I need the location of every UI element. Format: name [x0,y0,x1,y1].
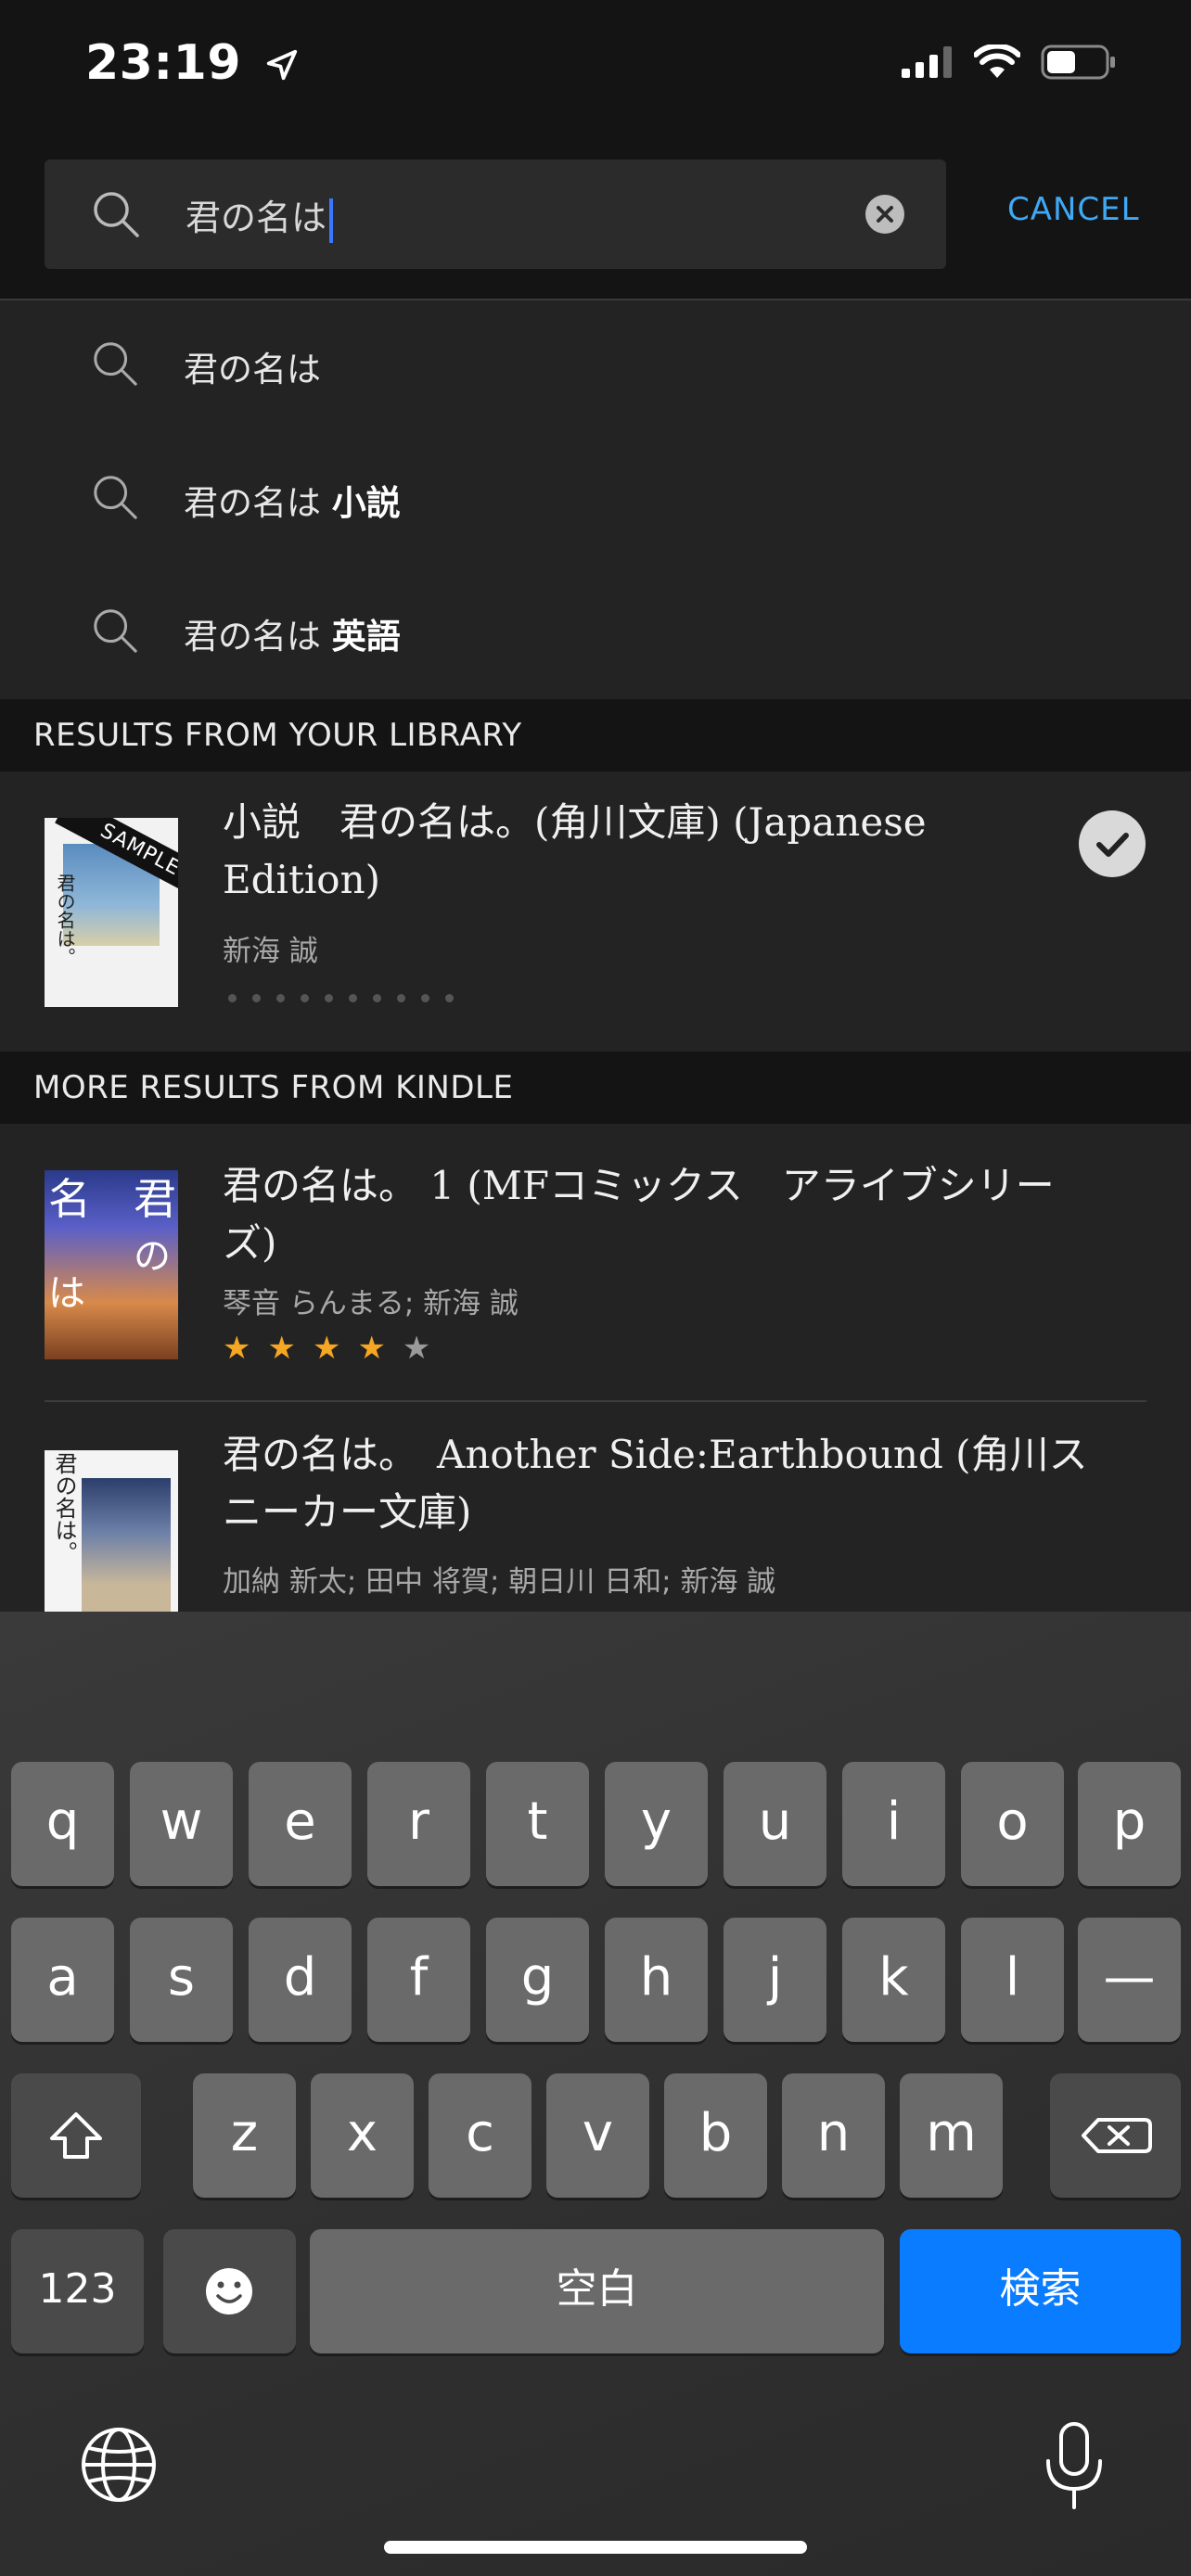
keyboard: q w e r t y u i o p a s d f g h j k l — … [0,1612,1191,2576]
key-n[interactable]: n [782,2073,885,2198]
book-author: 琴音 らんまる; 新海 誠 [223,1287,519,1320]
key-j[interactable]: j [724,1918,826,2042]
suggestion-list: 君の名は 君の名は 小説 君の名は 英語 [0,300,1191,699]
key-f[interactable]: f [367,1918,470,2042]
cancel-button[interactable]: CANCEL [1007,191,1140,228]
cellular-signal-icon [902,46,952,78]
book-author: 新海 誠 [223,935,318,968]
book-cover: 君の名は。 [45,1450,178,1612]
key-g[interactable]: g [486,1918,589,2042]
book-title: 君の名は。 1 (MFコミックス アライブシリー ズ) [223,1163,1055,1266]
key-o[interactable]: o [961,1762,1064,1886]
key-l[interactable]: l [961,1918,1064,2042]
library-result-item[interactable]: 君の名は。 SAMPLE 小説 君の名は。(角川文庫) (Japanese Ed… [0,772,1191,1052]
key-v[interactable]: v [546,2073,649,2198]
key-y[interactable]: y [605,1762,708,1886]
key-m[interactable]: m [900,2073,1003,2198]
key-u[interactable]: u [724,1762,826,1886]
suggestion-item[interactable]: 君の名は [0,300,1191,430]
key-i[interactable]: i [842,1762,945,1886]
search-icon [94,476,137,519]
key-r[interactable]: r [367,1762,470,1886]
key-q[interactable]: q [11,1762,114,1886]
key-t[interactable]: t [486,1762,589,1886]
star-filled-icon: ★★★★ [223,1330,403,1367]
book-title: 小説 君の名は。(角川文庫) (Japanese Edition) [223,799,927,902]
shift-key[interactable] [11,2073,141,2198]
checkmark-icon [1079,810,1146,877]
key-w[interactable]: w [130,1762,233,1886]
search-query-text[interactable]: 君の名は [186,189,334,243]
key-x[interactable]: x [311,2073,414,2198]
suggestion-text: 君の名は [184,350,321,389]
key-k[interactable]: k [842,1918,945,2042]
suggestion-item[interactable]: 君の名は 英語 [0,567,1191,697]
backspace-icon [1082,2118,1152,2153]
key-s[interactable]: s [130,1918,233,2042]
key-p[interactable]: p [1078,1762,1181,1886]
battery-icon [1041,45,1115,80]
emoji-key[interactable] [163,2229,296,2353]
wifi-icon [974,45,1020,78]
text-caret [329,198,334,243]
clear-search-icon[interactable] [865,195,904,234]
key-d[interactable]: d [249,1918,352,2042]
microphone-icon[interactable] [1041,2420,1108,2513]
status-time: 23:19 [85,35,300,91]
key-dash[interactable]: — [1078,1918,1181,2042]
location-arrow-icon [266,49,297,81]
search-key[interactable]: 検索 [900,2229,1181,2353]
emoji-icon [206,2268,252,2315]
home-indicator [384,2541,807,2554]
key-b[interactable]: b [664,2073,767,2198]
shift-icon [50,2112,102,2159]
search-input[interactable]: 君の名は [45,159,946,269]
search-icon [94,342,137,386]
key-c[interactable]: c [429,2073,531,2198]
suggestion-text: 君の名は 英語 [184,617,401,657]
suggestion-item[interactable]: 君の名は 小説 [0,434,1191,564]
status-bar: 23:19 [0,0,1191,139]
kindle-section-header: MORE RESULTS FROM KINDLE [0,1053,1191,1124]
kindle-result-item[interactable]: 君の名は。 君の名は。 Another Side:Earthbound (角川ス… [0,1406,1191,1612]
key-h[interactable]: h [605,1918,708,2042]
kindle-result-item[interactable]: 名 君 の は 君の名は。 1 (MFコミックス アライブシリー ズ) 琴音 ら… [0,1124,1191,1406]
search-icon [94,192,139,237]
key-z[interactable]: z [193,2073,296,2198]
suggestion-text: 君の名は 小説 [184,483,401,523]
search-icon [94,609,137,653]
book-cover: 名 君 の は [45,1170,178,1359]
delete-key[interactable] [1050,2073,1181,2198]
row-divider [45,1400,1146,1402]
library-section-header: RESULTS FROM YOUR LIBRARY [0,701,1191,772]
key-e[interactable]: e [249,1762,352,1886]
star-empty-icon: ★ [402,1330,448,1367]
key-a[interactable]: a [11,1918,114,2042]
book-cover: 君の名は。 SAMPLE [45,818,178,1007]
book-author: 加納 新太; 田中 将賀; 朝日川 日和; 新海 誠 [223,1565,776,1599]
download-progress-dots [228,994,454,1002]
space-key[interactable]: 空白 [310,2229,884,2353]
status-icons [902,45,1117,80]
star-rating: ★★★★★ [223,1330,447,1367]
numbers-key[interactable]: 123 [11,2229,144,2353]
globe-icon[interactable] [80,2426,158,2504]
book-title: 君の名は。 Another Side:Earthbound (角川ス ニーカー文… [223,1432,1088,1535]
